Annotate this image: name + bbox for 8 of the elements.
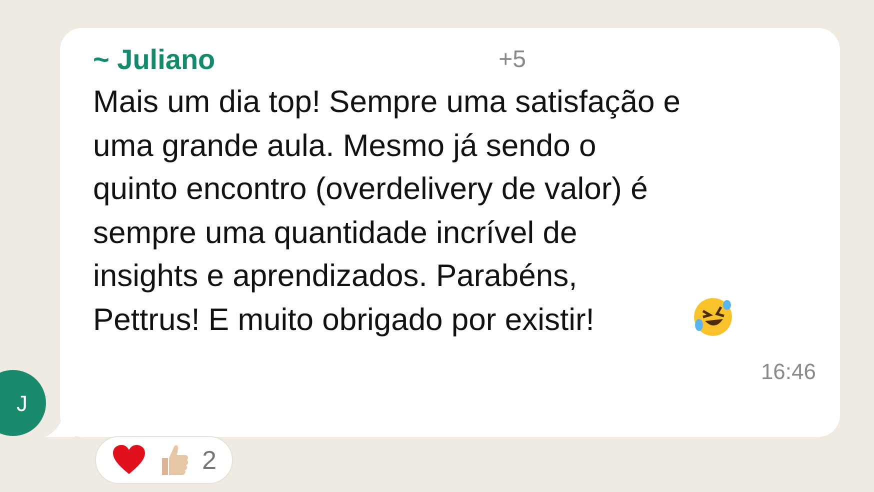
message-text: Mais um dia top! Sempre uma satisfação e uma grande aula. Mesmo já sendo o quinto encontro (overdelivery de valor) é sempre uma quantidade incrível de insights e aprendizados. Parabéns, Pettrus! E muito obrigado por existir! bbox=[93, 83, 681, 338]
reactions-pill[interactable]: 2 bbox=[95, 436, 234, 484]
sender-avatar: J bbox=[0, 370, 46, 436]
message-time: 16:46 bbox=[760, 358, 816, 386]
sender-name: ~ Juliano bbox=[93, 43, 216, 77]
reaction-count: 2 bbox=[202, 444, 216, 476]
phone-number: +5 bbox=[498, 45, 526, 75]
heart-icon bbox=[112, 445, 146, 475]
